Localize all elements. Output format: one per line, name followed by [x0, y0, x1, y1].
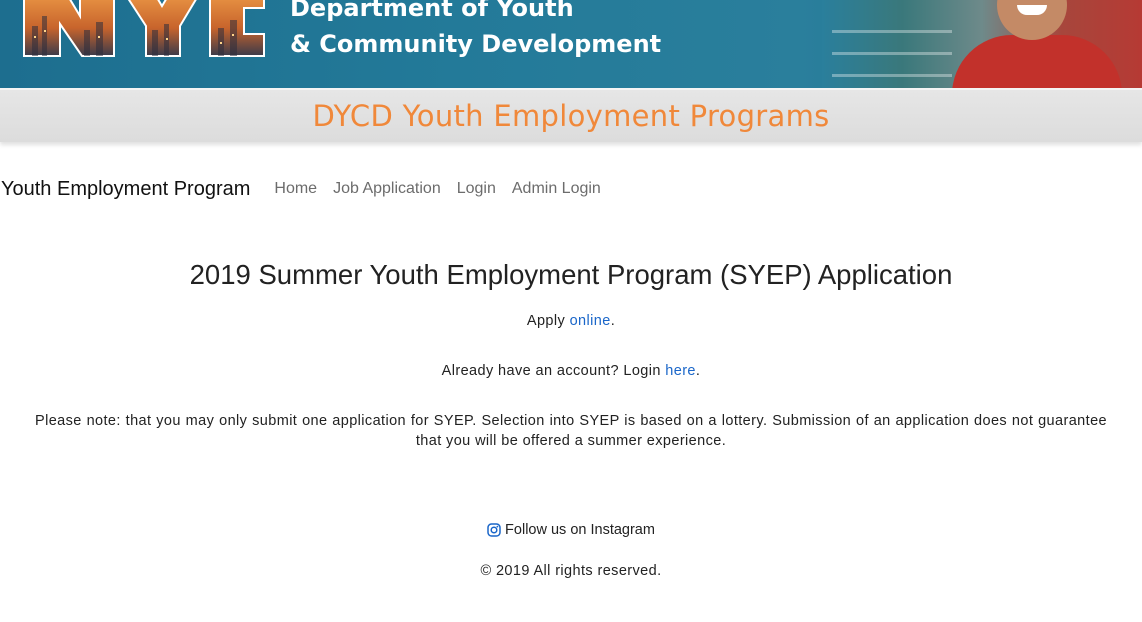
instagram-label: Follow us on Instagram [505, 522, 655, 538]
apply-paragraph: Apply online. [0, 311, 1142, 331]
copyright: © 2019 All rights reserved. [480, 563, 662, 579]
nav-link-login[interactable]: Login [449, 180, 504, 198]
instagram-link[interactable]: Follow us on Instagram [487, 522, 655, 538]
account-text: Already have an account? Login [441, 363, 666, 379]
apply-period: . [610, 313, 616, 329]
navbar: Youth Employment Program Home Job Applic… [0, 170, 1142, 208]
nav-link-home[interactable]: Home [266, 180, 325, 198]
navbar-brand[interactable]: Youth Employment Program [1, 178, 250, 201]
agency-line-2: & Community Development [290, 30, 662, 58]
footer: Follow us on Instagram © 2019 All rights… [0, 522, 1142, 579]
nav-link-admin-login[interactable]: Admin Login [504, 180, 609, 198]
page-title: 2019 Summer Youth Employment Program (SY… [189, 259, 953, 290]
instagram-icon [487, 523, 501, 537]
banner-photo [822, 0, 1142, 88]
agency-name: Department of Youth & Community Developm… [290, 0, 661, 62]
login-here-link[interactable]: here [665, 363, 696, 379]
account-period: . [695, 363, 701, 379]
nav-link-job-application[interactable]: Job Application [325, 180, 449, 198]
agency-line-1: Department of Youth [290, 0, 574, 22]
program-heading-band: DYCD Youth Employment Programs [0, 88, 1142, 142]
header-banner: Department of Youth & Community Developm… [0, 0, 1142, 88]
lottery-note: Please note: that you may only submit on… [35, 413, 1107, 449]
main-content: 2019 Summer Youth Employment Program (SY… [0, 255, 1142, 451]
apply-online-link[interactable]: online [570, 313, 611, 329]
nyc-logo [23, 0, 265, 57]
nav-links: Home Job Application Login Admin Login [266, 180, 608, 198]
account-paragraph: Already have an account? Login here. [0, 361, 1142, 381]
apply-text: Apply [526, 313, 570, 329]
program-heading: DYCD Youth Employment Programs [312, 99, 830, 133]
